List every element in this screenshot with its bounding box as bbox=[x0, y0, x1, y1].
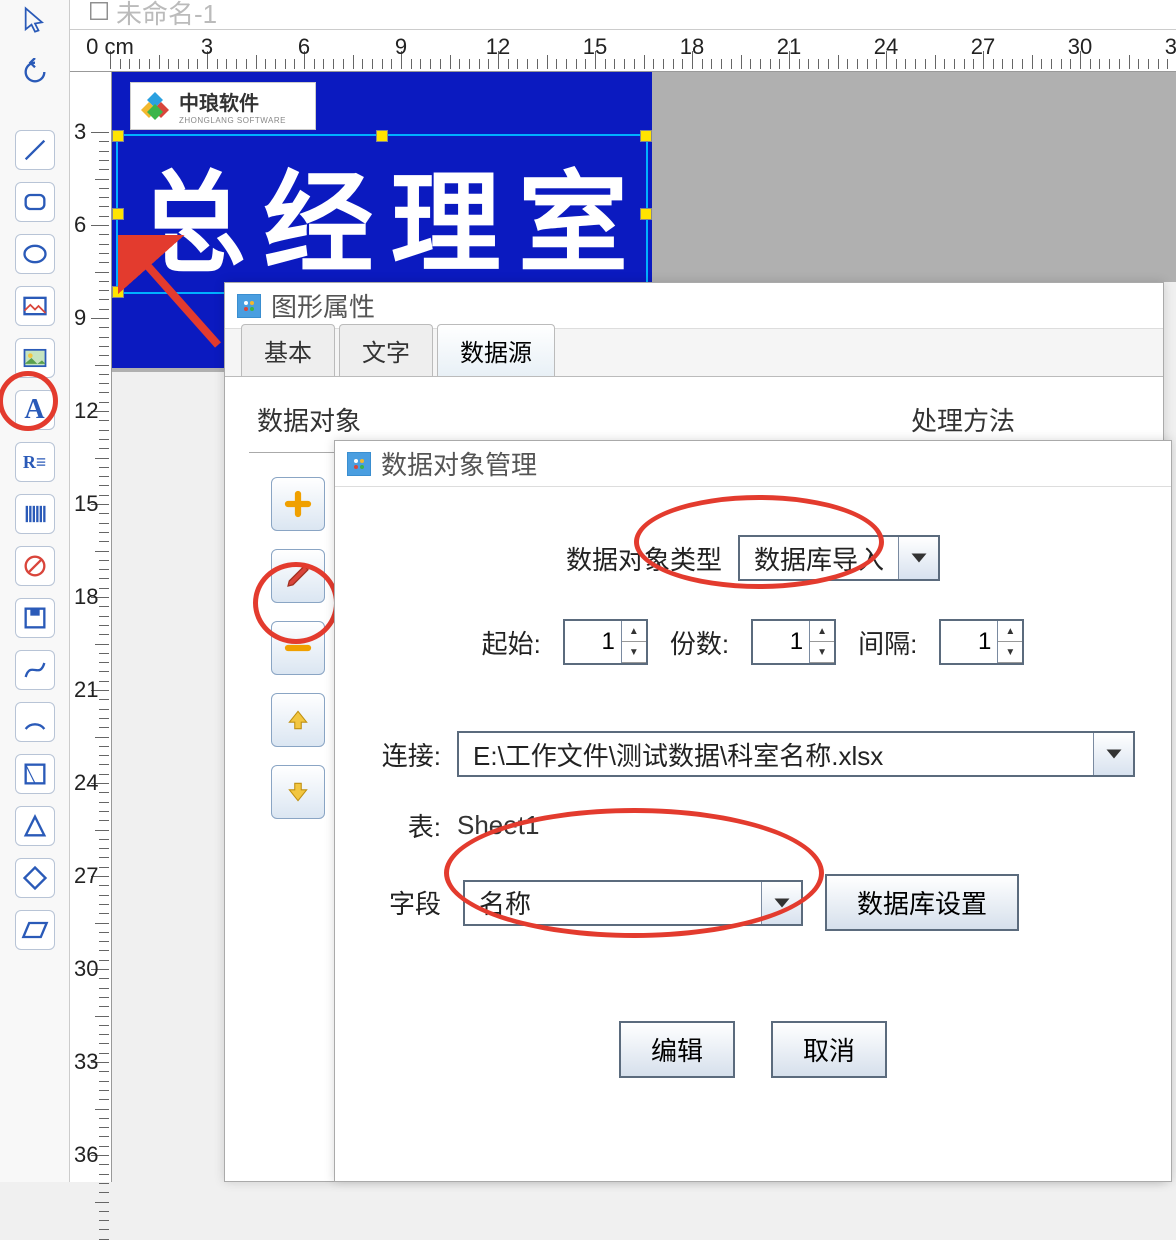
label-start: 起始: bbox=[482, 624, 541, 661]
selection-handle[interactable] bbox=[112, 286, 124, 298]
pointer-tool[interactable] bbox=[15, 0, 55, 40]
ruler-vertical: 369121518212427303336 bbox=[70, 72, 112, 1182]
arc-tool[interactable] bbox=[15, 702, 55, 742]
marker-tool[interactable] bbox=[15, 546, 55, 586]
dialog-icon bbox=[237, 294, 261, 318]
chevron-down-icon[interactable] bbox=[1093, 733, 1133, 775]
add-object-button[interactable] bbox=[271, 477, 325, 531]
main-text-char: 总 bbox=[136, 134, 246, 294]
remove-object-button[interactable] bbox=[271, 621, 325, 675]
db-settings-button[interactable]: 数据库设置 bbox=[825, 874, 1019, 931]
curve-tool[interactable] bbox=[15, 650, 55, 690]
tab-datasource[interactable]: 数据源 bbox=[437, 324, 555, 376]
move-up-button[interactable] bbox=[271, 693, 325, 747]
label-count: 份数: bbox=[670, 624, 729, 661]
spin-down-icon[interactable]: ▼ bbox=[810, 642, 834, 663]
selection-handle[interactable] bbox=[640, 130, 652, 142]
rotate-tool[interactable] bbox=[15, 52, 55, 92]
spin-up-icon[interactable]: ▲ bbox=[810, 621, 834, 642]
combo-data-type-value: 数据库导入 bbox=[740, 540, 898, 577]
canvas-background bbox=[658, 72, 1176, 282]
dialog-titlebar[interactable]: 数据对象管理 bbox=[335, 441, 1171, 487]
input-count[interactable] bbox=[753, 621, 809, 663]
selection-handle[interactable] bbox=[112, 208, 124, 220]
group-process-label: 处理方法 bbox=[911, 401, 1015, 438]
spin-down-icon[interactable]: ▼ bbox=[622, 642, 646, 663]
image-tool[interactable] bbox=[15, 286, 55, 326]
chevron-down-icon[interactable] bbox=[761, 882, 801, 924]
diamond-tool[interactable] bbox=[15, 858, 55, 898]
logo-text: 中琅软件 bbox=[179, 87, 286, 116]
input-interval[interactable] bbox=[941, 621, 997, 663]
ellipse-tool[interactable] bbox=[15, 234, 55, 274]
dialog-title-text: 图形属性 bbox=[271, 287, 375, 324]
dialog-data-object-manage: 数据对象管理 数据对象类型 数据库导入 起始: ▲▼ 份数: ▲▼ 间隔: bbox=[334, 440, 1172, 1182]
barcode-tool[interactable] bbox=[15, 494, 55, 534]
combo-connection[interactable]: E:\工作文件\测试数据\科室名称.xlsx bbox=[457, 731, 1135, 777]
edit-button[interactable]: 编辑 bbox=[619, 1021, 735, 1078]
combo-field[interactable]: 名称 bbox=[463, 880, 803, 926]
save-tool[interactable] bbox=[15, 598, 55, 638]
line-tool[interactable] bbox=[15, 130, 55, 170]
combo-connection-value: E:\工作文件\测试数据\科室名称.xlsx bbox=[459, 736, 1093, 773]
cancel-button[interactable]: 取消 bbox=[771, 1021, 887, 1078]
tabs-row: 基本 文字 数据源 bbox=[225, 329, 1163, 377]
label-table: 表: bbox=[371, 807, 441, 844]
tab-basic[interactable]: 基本 bbox=[241, 324, 335, 376]
dialog-icon bbox=[347, 452, 371, 476]
label-field: 字段 bbox=[371, 884, 441, 921]
main-text-char: 经 bbox=[263, 134, 373, 294]
combo-data-type[interactable]: 数据库导入 bbox=[738, 535, 940, 581]
spin-up-icon[interactable]: ▲ bbox=[622, 621, 646, 642]
dialog-body: 数据对象类型 数据库导入 起始: ▲▼ 份数: ▲▼ 间隔: ▲▼ bbox=[335, 487, 1171, 1126]
combo-field-value: 名称 bbox=[465, 884, 761, 921]
polyshape-tool[interactable] bbox=[15, 754, 55, 794]
logo-box[interactable]: 中琅软件 ZHONGLANG SOFTWARE bbox=[130, 82, 316, 130]
group-data-object-label: 数据对象 bbox=[257, 401, 361, 438]
label-connection: 连接: bbox=[371, 736, 441, 773]
ruler-horizontal: 0 cm3691215182124273033 bbox=[70, 30, 1176, 72]
value-table: Sheet1 bbox=[457, 810, 539, 841]
spinner-interval[interactable]: ▲▼ bbox=[939, 619, 1024, 665]
spinner-start[interactable]: ▲▼ bbox=[563, 619, 648, 665]
chevron-down-icon[interactable] bbox=[898, 537, 938, 579]
selection-handle[interactable] bbox=[376, 130, 388, 142]
selection-handle[interactable] bbox=[112, 130, 124, 142]
left-toolbar: A R≡ bbox=[0, 0, 70, 1182]
input-start[interactable] bbox=[565, 621, 621, 663]
logo-icon bbox=[139, 90, 171, 122]
main-text-char: 理 bbox=[391, 134, 501, 294]
main-text-char: 室 bbox=[518, 134, 628, 294]
document-tab-title[interactable]: 未命名-1 bbox=[116, 0, 217, 31]
text-tool[interactable]: A bbox=[15, 390, 55, 430]
move-down-button[interactable] bbox=[271, 765, 325, 819]
richtext-tool[interactable]: R≡ bbox=[15, 442, 55, 482]
label-data-type: 数据对象类型 bbox=[566, 540, 722, 577]
dialog-titlebar[interactable]: 图形属性 bbox=[225, 283, 1163, 329]
roundrect-tool[interactable] bbox=[15, 182, 55, 222]
triangle-tool[interactable] bbox=[15, 806, 55, 846]
picture-tool[interactable] bbox=[15, 338, 55, 378]
selection-handle[interactable] bbox=[640, 208, 652, 220]
selected-text-object[interactable]: 总 经 理 室 bbox=[116, 134, 648, 294]
top-bar: 未命名-1 bbox=[70, 0, 1176, 30]
document-tab-icon bbox=[88, 0, 110, 22]
spinner-count[interactable]: ▲▼ bbox=[751, 619, 836, 665]
parallelogram-tool[interactable] bbox=[15, 910, 55, 950]
dialog-title-text: 数据对象管理 bbox=[381, 445, 537, 482]
label-interval: 间隔: bbox=[858, 624, 917, 661]
edit-object-button[interactable] bbox=[271, 549, 325, 603]
tab-text[interactable]: 文字 bbox=[339, 324, 433, 376]
spin-down-icon[interactable]: ▼ bbox=[998, 642, 1022, 663]
spin-up-icon[interactable]: ▲ bbox=[998, 621, 1022, 642]
